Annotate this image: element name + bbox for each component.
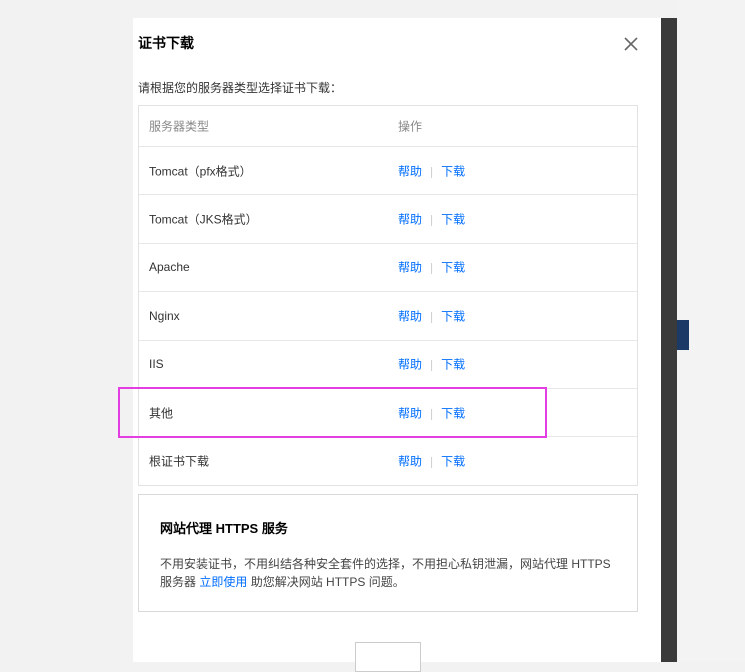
help-link[interactable]: 帮助 <box>398 358 422 372</box>
row-actions: 帮助 | 下载 <box>398 259 465 276</box>
server-type-label: Apache <box>149 260 190 275</box>
header-server-type: 服务器类型 <box>149 119 210 134</box>
table-row: 根证书下载 帮助 | 下载 <box>139 436 637 484</box>
instruction-text: 请根据您的服务器类型选择证书下载： <box>138 81 343 95</box>
table-row: Tomcat（pfx格式） 帮助 | 下载 <box>139 146 637 194</box>
use-now-link[interactable]: 立即使用 <box>199 575 247 589</box>
server-type-label: 其他 <box>149 406 174 421</box>
dialog-footer-button[interactable] <box>355 642 421 672</box>
header-operation: 操作 <box>398 119 423 134</box>
row-actions: 帮助 | 下载 <box>398 356 465 373</box>
help-link[interactable]: 帮助 <box>398 261 422 275</box>
table-header: 服务器类型 操作 <box>139 106 637 146</box>
server-type-label: IIS <box>149 357 164 372</box>
download-link[interactable]: 下载 <box>441 455 465 469</box>
download-link[interactable]: 下载 <box>441 358 465 372</box>
table-row: IIS 帮助 | 下载 <box>139 339 637 388</box>
action-separator: | <box>430 406 434 421</box>
promo-description: 不用安装证书，不用纠结各种安全套件的选择，不用担心私钥泄漏，网站代理 HTTPS… <box>160 555 620 591</box>
download-link[interactable]: 下载 <box>441 261 465 275</box>
server-type-label: 根证书下载 <box>149 454 210 469</box>
download-link[interactable]: 下载 <box>441 213 465 227</box>
action-separator: | <box>430 309 434 324</box>
action-separator: | <box>430 212 434 227</box>
row-actions: 帮助 | 下载 <box>398 404 465 421</box>
promo-title: 网站代理 HTTPS 服务 <box>160 521 288 536</box>
background-page-fragment <box>677 0 745 662</box>
help-link[interactable]: 帮助 <box>398 455 422 469</box>
table-row: Apache 帮助 | 下载 <box>139 242 637 291</box>
row-actions: 帮助 | 下载 <box>398 211 465 228</box>
action-separator: | <box>430 164 434 179</box>
server-type-label: Tomcat（pfx格式） <box>149 164 252 179</box>
background-selected-row <box>677 320 689 350</box>
close-button[interactable] <box>621 34 641 54</box>
table-row: Nginx 帮助 | 下载 <box>139 291 637 339</box>
table-row: Tomcat（JKS格式） 帮助 | 下载 <box>139 194 637 242</box>
help-link[interactable]: 帮助 <box>398 213 422 227</box>
server-type-label: Tomcat（JKS格式） <box>149 212 258 227</box>
server-type-table: 服务器类型 操作 Tomcat（pfx格式） 帮助 | 下载 Tomcat（JKS格… <box>138 105 638 486</box>
download-link[interactable]: 下载 <box>441 309 465 323</box>
help-link[interactable]: 帮助 <box>398 164 422 178</box>
https-proxy-promo: 网站代理 HTTPS 服务 不用安装证书，不用纠结各种安全套件的选择，不用担心私… <box>138 494 638 612</box>
overlay-strip <box>661 18 677 662</box>
action-separator: | <box>430 454 434 469</box>
download-link[interactable]: 下载 <box>441 164 465 178</box>
row-actions: 帮助 | 下载 <box>398 307 465 324</box>
server-type-label: Nginx <box>149 308 180 323</box>
row-actions: 帮助 | 下载 <box>398 162 465 179</box>
help-link[interactable]: 帮助 <box>398 309 422 323</box>
help-link[interactable]: 帮助 <box>398 406 422 420</box>
action-separator: | <box>430 260 434 275</box>
row-actions: 帮助 | 下载 <box>398 453 465 470</box>
dialog-title: 证书下载 <box>138 35 194 51</box>
close-icon <box>624 37 638 51</box>
certificate-download-dialog: 证书下载 请根据您的服务器类型选择证书下载： 服务器类型 操作 Tomcat（p… <box>133 18 661 672</box>
promo-desc-text-end: 助您解决网站 HTTPS 问题。 <box>247 575 405 589</box>
table-row: 其他 帮助 | 下载 <box>139 387 637 436</box>
download-link[interactable]: 下载 <box>441 406 465 420</box>
action-separator: | <box>430 357 434 372</box>
